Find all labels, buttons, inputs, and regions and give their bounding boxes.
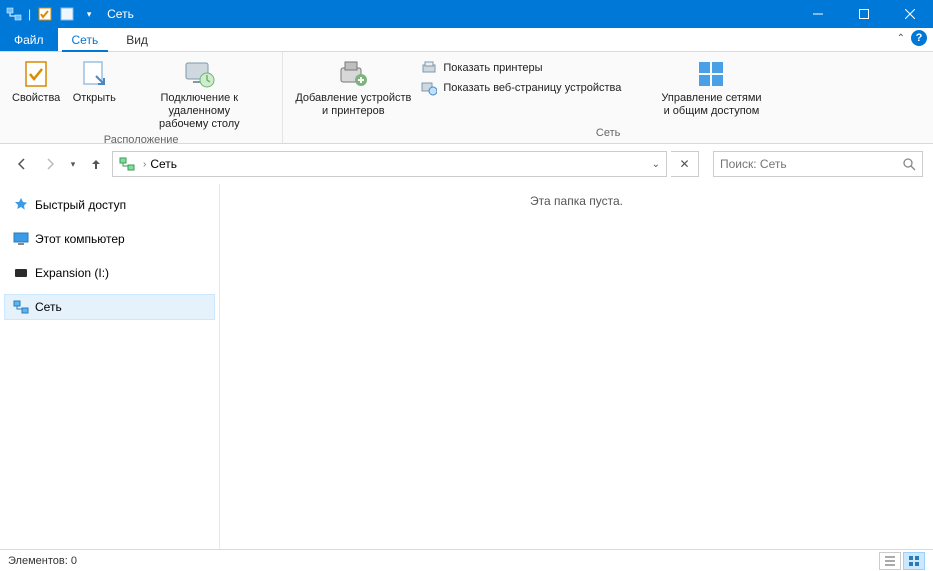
- network-center-button[interactable]: Управление сетями и общим доступом: [657, 56, 765, 120]
- nav-quick-access-label: Быстрый доступ: [35, 198, 126, 212]
- file-tab[interactable]: Файл: [0, 28, 58, 51]
- add-devices-label: Добавление устройств и принтеров: [295, 92, 411, 118]
- view-large-icons-button[interactable]: [903, 552, 925, 570]
- show-printers-label: Показать принтеры: [443, 62, 542, 74]
- properties-button[interactable]: Свойства: [8, 56, 64, 107]
- rdp-button[interactable]: Подключение к удаленному рабочему столу: [124, 56, 274, 133]
- open-button[interactable]: Открыть: [66, 56, 122, 107]
- network-small-icon: [13, 299, 29, 315]
- qat-divider: |: [28, 7, 31, 21]
- address-bar[interactable]: › Сеть ⌄: [112, 151, 667, 177]
- forward-button[interactable]: [38, 152, 62, 176]
- help-icon[interactable]: ?: [911, 30, 927, 46]
- add-devices-button[interactable]: Добавление устройств и принтеров: [291, 56, 415, 120]
- back-button[interactable]: [10, 152, 34, 176]
- search-box[interactable]: [713, 151, 923, 177]
- monitor-icon: [13, 231, 29, 247]
- show-printers-button[interactable]: Показать принтеры: [417, 58, 625, 78]
- network-center-icon: [695, 58, 727, 90]
- ribbon-group-location: Свойства Открыть Подключение к удаленном…: [0, 52, 283, 143]
- collapse-ribbon-icon[interactable]: ⌃: [897, 33, 905, 44]
- star-icon: [13, 197, 29, 213]
- search-input[interactable]: [720, 157, 902, 171]
- drive-icon: [13, 265, 29, 281]
- window-title: Сеть: [107, 7, 134, 21]
- ribbon-collapse-area: ⌃ ?: [897, 30, 927, 46]
- nav-this-pc-label: Этот компьютер: [35, 232, 125, 246]
- minimize-button[interactable]: [795, 0, 841, 28]
- nav-quick-access[interactable]: Быстрый доступ: [4, 192, 215, 218]
- device-web-icon: [421, 80, 437, 96]
- nav-network-label: Сеть: [35, 300, 62, 314]
- breadcrumb-network[interactable]: Сеть: [150, 157, 177, 171]
- show-web-label: Показать веб-страницу устройства: [443, 82, 621, 94]
- chevron-right-icon[interactable]: ›: [143, 159, 146, 170]
- qat-newfolder-icon[interactable]: [59, 6, 75, 22]
- address-folder-icon: [117, 154, 137, 174]
- view-tab[interactable]: Вид: [112, 28, 162, 51]
- open-icon: [78, 58, 110, 90]
- stop-refresh-button[interactable]: ✕: [671, 151, 699, 177]
- nav-this-pc[interactable]: Этот компьютер: [4, 226, 215, 252]
- status-item-count: Элементов: 0: [8, 555, 77, 567]
- qat-dropdown-icon[interactable]: ▾: [81, 6, 97, 22]
- navigation-pane: Быстрый доступ Этот компьютер Expansion …: [0, 184, 220, 549]
- network-tab[interactable]: Сеть: [58, 28, 113, 51]
- recent-dropdown-button[interactable]: ▾: [66, 152, 80, 176]
- up-button[interactable]: [84, 152, 108, 176]
- network-app-icon: [6, 6, 22, 22]
- ribbon-tabs: Файл Сеть Вид ⌃ ?: [0, 28, 933, 52]
- content-area: Быстрый доступ Этот компьютер Expansion …: [0, 184, 933, 549]
- show-web-button[interactable]: Показать веб-страницу устройства: [417, 78, 625, 98]
- nav-network[interactable]: Сеть: [4, 294, 215, 320]
- group-network-label: Сеть: [291, 126, 925, 141]
- address-dropdown-icon[interactable]: ⌄: [652, 159, 664, 170]
- nav-expansion-drive[interactable]: Expansion (I:): [4, 260, 215, 286]
- rdp-label: Подключение к удаленному рабочему столу: [128, 92, 270, 131]
- quick-access-toolbar: | ▾: [0, 6, 97, 22]
- ribbon: Свойства Открыть Подключение к удаленном…: [0, 52, 933, 144]
- network-center-label: Управление сетями и общим доступом: [661, 92, 761, 118]
- search-icon[interactable]: [902, 157, 916, 171]
- file-view[interactable]: Эта папка пуста.: [220, 184, 933, 549]
- group-location-label: Расположение: [8, 133, 274, 148]
- open-label: Открыть: [73, 92, 116, 105]
- title-bar: | ▾ Сеть: [0, 0, 933, 28]
- printers-icon: [421, 60, 437, 76]
- properties-icon: [20, 58, 52, 90]
- status-bar: Элементов: 0: [0, 549, 933, 571]
- qat-properties-icon[interactable]: [37, 6, 53, 22]
- ribbon-group-network: Добавление устройств и принтеров Показат…: [283, 52, 933, 143]
- close-button[interactable]: [887, 0, 933, 28]
- view-details-button[interactable]: [879, 552, 901, 570]
- add-devices-icon: [337, 58, 369, 90]
- maximize-button[interactable]: [841, 0, 887, 28]
- nav-expansion-label: Expansion (I:): [35, 266, 109, 280]
- empty-folder-text: Эта папка пуста.: [228, 194, 925, 208]
- rdp-icon: [183, 58, 215, 90]
- navigation-bar: ▾ › Сеть ⌄ ✕: [0, 144, 933, 184]
- properties-label: Свойства: [12, 92, 60, 105]
